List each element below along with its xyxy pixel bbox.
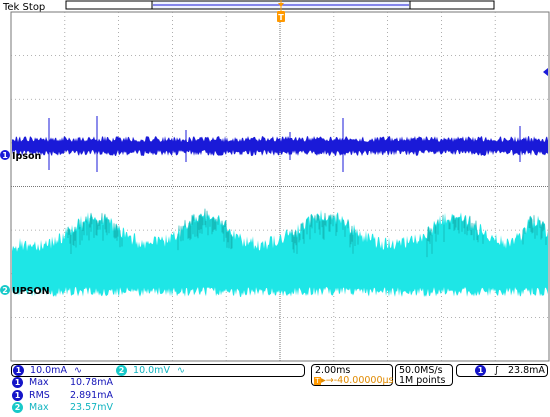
- timebase-panel[interactable]: 2.00ms T▸→-40.00000µs: [311, 364, 394, 386]
- measurement-value: 10.78mA: [70, 377, 113, 388]
- measurement-row[interactable]: 2 Max 23.57mV: [12, 402, 162, 414]
- trigger-marker-label: T: [278, 13, 284, 22]
- measurement-row[interactable]: 1 Max 10.78mA: [12, 377, 162, 389]
- measurement-row[interactable]: 1 RMS 2.891mA: [12, 389, 162, 402]
- trigger-readout: 1 ∫ 23.8mA: [475, 365, 545, 376]
- channel1-scale: 10.0mA: [30, 365, 67, 376]
- measurement-name: Max: [29, 377, 49, 388]
- measurement-name: Max: [29, 402, 49, 413]
- horizontal-position-readout: T▸→-40.00000µs: [314, 375, 394, 386]
- status-text: Tek Stop: [2, 2, 45, 13]
- channel2-badge: 2: [116, 365, 127, 376]
- channel1-marker-number: 1: [2, 151, 8, 160]
- channel1-bandwidth-limit-icon: ∿: [73, 365, 82, 376]
- measurement-value: 23.57mV: [70, 402, 113, 413]
- trigger-panel[interactable]: 1 ∫ 23.8mA: [456, 364, 548, 377]
- measurement-channel-badge: 1: [12, 377, 23, 388]
- measurement-channel-badge: 2: [12, 402, 23, 413]
- channel2-label: UPSON: [12, 286, 50, 297]
- channel2-bandwidth-limit-icon: ∿: [176, 365, 185, 376]
- channel2-scale-readout[interactable]: 2 10.0mV ∿: [116, 365, 185, 376]
- channel-scale-panel[interactable]: 1 10.0mA ∿ 2 10.0mV ∿: [11, 364, 305, 377]
- measurement-channel-badge: 1: [12, 389, 23, 401]
- horizontal-position: -40.00000µs: [333, 375, 394, 386]
- acquisition-panel[interactable]: 50.0MS/s 1M points: [395, 364, 453, 386]
- brand-text: Tek: [2, 2, 20, 13]
- trigger-source-badge: 1: [475, 365, 486, 376]
- measurements-panel[interactable]: 1 Max 10.78mA 1 RMS 2.891mA 2 Max 23.57mV: [11, 377, 305, 415]
- rising-edge-icon: ∫: [494, 365, 499, 376]
- horizontal-position-icon: T: [314, 377, 321, 385]
- measurement-name: RMS: [29, 389, 50, 401]
- acquisition-state: Stop: [23, 2, 46, 13]
- channel1-scale-readout[interactable]: 1 10.0mA ∿: [13, 365, 82, 376]
- trigger-level: 23.8mA: [508, 365, 545, 376]
- measurement-value: 2.891mA: [70, 389, 113, 401]
- graticule: [10, 11, 550, 362]
- trigger-level-marker[interactable]: [543, 68, 548, 76]
- channel2-scale: 10.0mV: [133, 365, 170, 376]
- delay-arrow-icon: ▸→: [321, 375, 334, 386]
- channel2-waveform: [12, 207, 548, 297]
- channel2-ground-marker[interactable]: 2: [0, 285, 10, 295]
- record-length: 1M points: [399, 375, 446, 386]
- channel1-badge: 1: [13, 365, 24, 376]
- oscilloscope-screen: Tek Stop T 1 Ipson 2 UPSON: [0, 0, 550, 362]
- channel1-label: Ipson: [12, 151, 42, 162]
- channel1-ground-marker[interactable]: 1: [0, 150, 10, 160]
- channel2-marker-number: 2: [2, 286, 8, 295]
